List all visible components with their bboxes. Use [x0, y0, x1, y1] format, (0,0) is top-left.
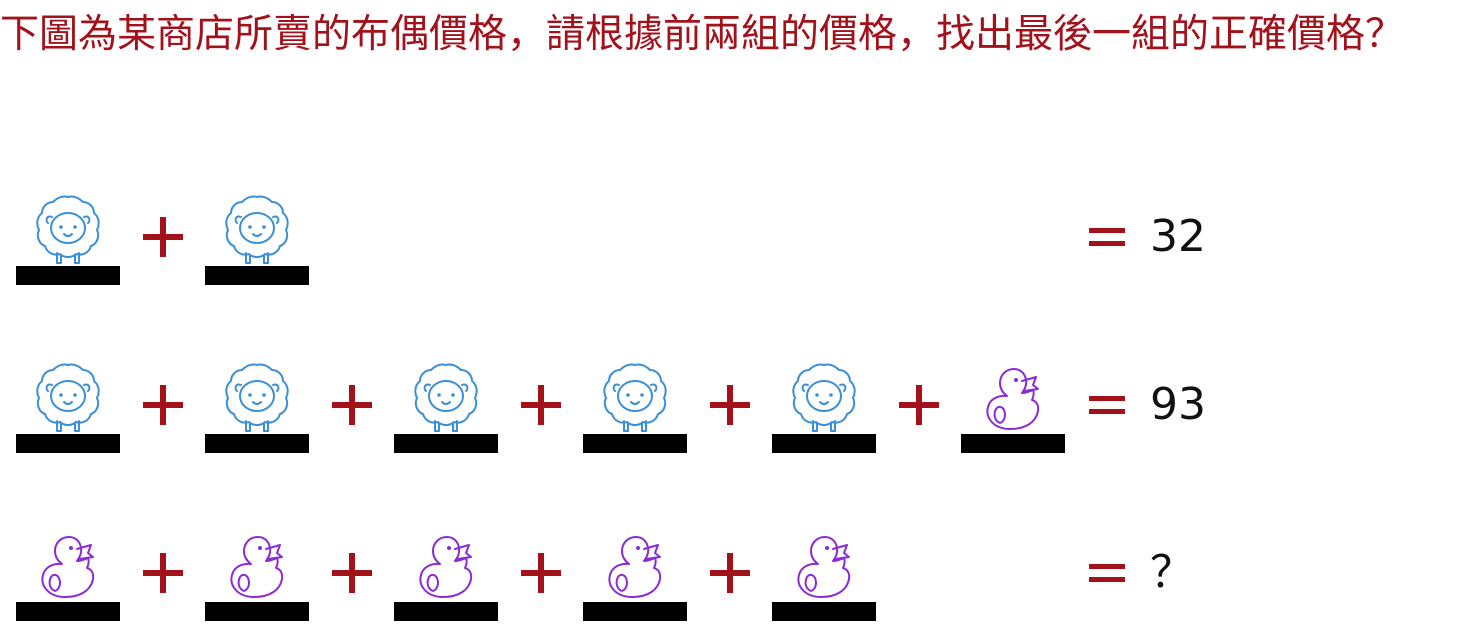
- rubber-duck-icon: [978, 361, 1048, 433]
- plus-sign-icon: [139, 549, 187, 597]
- sheep-item: [205, 193, 309, 293]
- equation-row-3: ？: [0, 529, 1458, 629]
- rubber-duck-icon: [789, 529, 859, 601]
- price-bar: [394, 434, 498, 453]
- price-bar: [583, 602, 687, 621]
- sheep-item: [772, 361, 876, 461]
- plus-sign-icon: [895, 381, 943, 429]
- plus-sign-icon: [706, 549, 754, 597]
- question-text: 下圖為某商店所賣的布偶價格，請根據前兩組的價格，找出最後一組的正確價格？: [0, 12, 1405, 57]
- price-bar: [205, 602, 309, 621]
- plus-sign-icon: [328, 381, 376, 429]
- sheep-icon: [222, 361, 292, 433]
- duck-item: [772, 529, 876, 629]
- equation-result: 93: [1150, 379, 1206, 430]
- sheep-icon: [33, 193, 103, 265]
- price-bar: [205, 434, 309, 453]
- price-bar: [772, 602, 876, 621]
- sheep-item: [205, 361, 309, 461]
- duck-item: [961, 361, 1065, 461]
- duck-item: [583, 529, 687, 629]
- rubber-duck-icon: [411, 529, 481, 601]
- sheep-icon: [600, 361, 670, 433]
- plus-sign-icon: [517, 381, 565, 429]
- sheep-icon: [411, 361, 481, 433]
- price-bar: [16, 434, 120, 453]
- price-bar: [961, 434, 1065, 453]
- sheep-item: [394, 361, 498, 461]
- sheep-item: [16, 193, 120, 293]
- equals-sign-icon: [1087, 385, 1127, 425]
- price-bar: [205, 266, 309, 285]
- plus-sign-icon: [139, 213, 187, 261]
- equation-row-2: 93: [0, 361, 1458, 461]
- plus-sign-icon: [328, 549, 376, 597]
- plus-sign-icon: [706, 381, 754, 429]
- equals-sign-icon: [1087, 217, 1127, 257]
- equation-result: ？: [1150, 547, 1194, 598]
- rubber-duck-icon: [33, 529, 103, 601]
- sheep-icon: [33, 361, 103, 433]
- equals-sign-icon: [1087, 553, 1127, 593]
- sheep-icon: [222, 193, 292, 265]
- rubber-duck-icon: [222, 529, 292, 601]
- price-bar: [583, 434, 687, 453]
- price-bar: [394, 602, 498, 621]
- equation-result: 32: [1150, 211, 1206, 262]
- plus-sign-icon: [139, 381, 187, 429]
- sheep-item: [583, 361, 687, 461]
- duck-item: [394, 529, 498, 629]
- price-bar: [16, 602, 120, 621]
- price-bar: [16, 266, 120, 285]
- equation-row-1: 32: [0, 193, 1458, 293]
- price-bar: [772, 434, 876, 453]
- plus-sign-icon: [517, 549, 565, 597]
- sheep-icon: [789, 361, 859, 433]
- duck-item: [205, 529, 309, 629]
- sheep-item: [16, 361, 120, 461]
- duck-item: [16, 529, 120, 629]
- rubber-duck-icon: [600, 529, 670, 601]
